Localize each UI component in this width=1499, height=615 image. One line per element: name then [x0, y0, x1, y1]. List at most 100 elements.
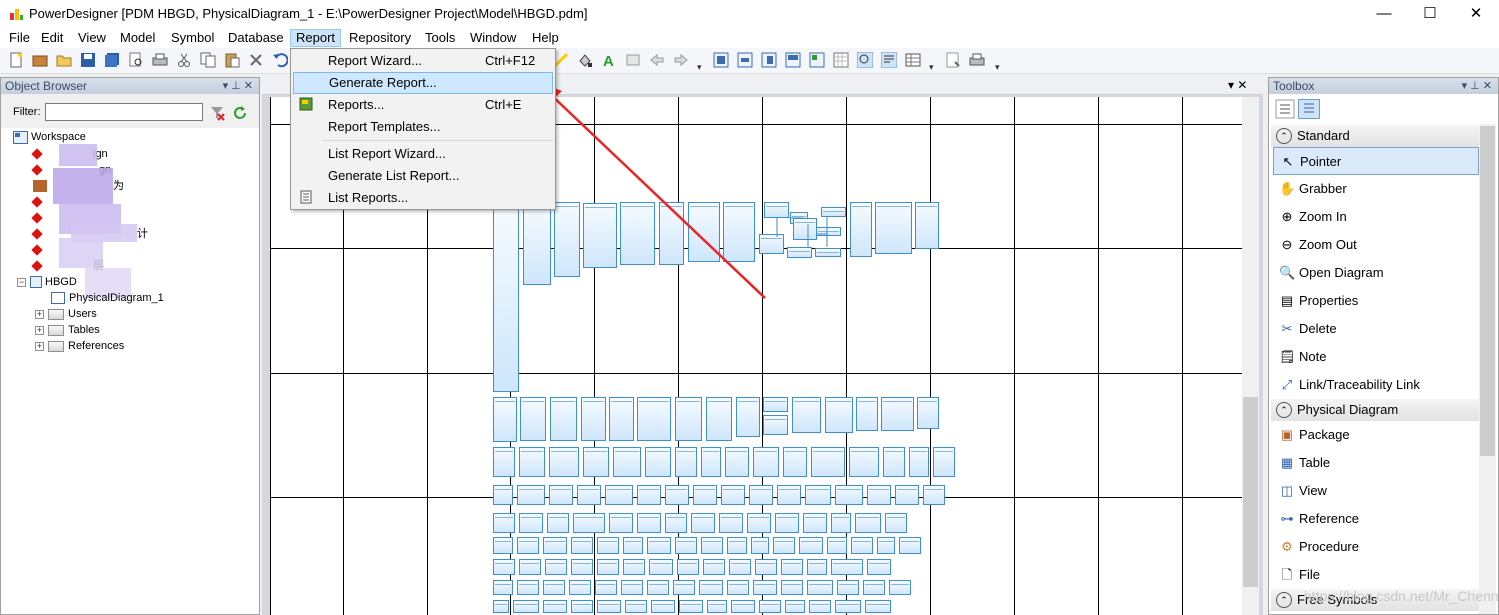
zoom-fit-icon[interactable]: [857, 52, 873, 68]
toolbar-overflow-icon[interactable]: ▾: [995, 62, 1000, 73]
table-symbol[interactable]: [773, 537, 795, 554]
table-symbol[interactable]: [727, 580, 749, 595]
report-print-icon[interactable]: [969, 52, 985, 68]
table-symbol[interactable]: [807, 580, 833, 595]
table-symbol[interactable]: [867, 485, 891, 505]
table-symbol[interactable]: [867, 559, 891, 575]
clear-filter-icon[interactable]: [209, 105, 225, 121]
menu-item-list-reports[interactable]: List Reports...: [293, 187, 553, 209]
toolbox-group-standard[interactable]: ⌃ Standard: [1271, 125, 1479, 147]
table-symbol[interactable]: [721, 485, 745, 505]
tool-properties[interactable]: ▤ Properties: [1273, 287, 1479, 315]
report-preview-icon[interactable]: [945, 52, 961, 68]
table-symbol[interactable]: [613, 447, 641, 477]
menu-item-report-templates[interactable]: Report Templates...: [293, 116, 553, 138]
table-symbol[interactable]: [493, 537, 513, 554]
table-symbol[interactable]: [811, 447, 845, 477]
table-symbol[interactable]: [825, 397, 853, 433]
table-symbol[interactable]: [623, 559, 645, 575]
table-symbol[interactable]: [693, 485, 717, 505]
table-symbol[interactable]: [571, 537, 593, 554]
tree-item-tables[interactable]: + Tables: [35, 322, 100, 338]
table-symbol[interactable]: [747, 513, 771, 533]
table-symbol[interactable]: [856, 397, 878, 431]
table-symbol[interactable]: [675, 447, 697, 477]
table-symbol[interactable]: [577, 485, 601, 505]
menu-repository[interactable]: Repository: [344, 29, 416, 47]
table-symbol[interactable]: [569, 580, 591, 595]
close-button[interactable]: ✕: [1453, 0, 1499, 28]
tool-grabber[interactable]: ✋ Grabber: [1273, 175, 1479, 203]
table-symbol[interactable]: [665, 513, 687, 533]
tool-package[interactable]: ▣ Package: [1273, 421, 1479, 449]
table-symbol[interactable]: [785, 600, 805, 613]
align-top-icon[interactable]: [785, 52, 801, 68]
table-symbol[interactable]: [597, 537, 619, 554]
tool-zoom-out[interactable]: ⊖ Zoom Out: [1273, 231, 1479, 259]
tree-item-physical-diagram[interactable]: PhysicalDiagram_1: [51, 290, 164, 306]
table-symbol[interactable]: [751, 537, 769, 554]
table-symbol[interactable]: [493, 513, 515, 533]
table-symbol[interactable]: [549, 485, 573, 505]
back-icon[interactable]: [649, 52, 665, 68]
tool-zoom-in[interactable]: ⊕ Zoom In: [1273, 203, 1479, 231]
format-icon[interactable]: [625, 52, 641, 68]
table-symbol[interactable]: [625, 600, 647, 613]
maximize-button[interactable]: ☐: [1407, 0, 1453, 28]
table-symbol[interactable]: [933, 447, 955, 477]
tree-item-users[interactable]: + Users: [35, 306, 97, 322]
scrollbar-thumb[interactable]: [1480, 126, 1495, 456]
table-symbol[interactable]: [851, 537, 873, 554]
new-project-icon[interactable]: [32, 52, 48, 68]
table-symbol[interactable]: [597, 600, 621, 613]
toolbox-group-physical-diagram[interactable]: ⌃ Physical Diagram: [1271, 399, 1479, 421]
table-symbol[interactable]: [595, 580, 617, 595]
table-symbol[interactable]: [727, 537, 747, 554]
table-symbol[interactable]: [881, 397, 914, 431]
table-symbol[interactable]: [571, 600, 593, 613]
expand-toggle[interactable]: +: [35, 309, 44, 319]
table-symbol[interactable]: [573, 513, 605, 533]
tool-procedure[interactable]: ⚙ Procedure: [1273, 533, 1479, 561]
table-symbol[interactable]: [699, 580, 723, 595]
table-symbol[interactable]: [493, 600, 509, 613]
table-symbol[interactable]: [855, 513, 881, 533]
table-symbol[interactable]: [703, 559, 725, 575]
menu-item-reports[interactable]: Reports... Ctrl+E: [293, 94, 553, 116]
tool-delete[interactable]: ✂ Delete: [1273, 315, 1479, 343]
comment-icon[interactable]: [881, 52, 897, 68]
save-icon[interactable]: [80, 52, 96, 68]
table-symbol[interactable]: [673, 580, 695, 595]
table-symbol[interactable]: [519, 447, 545, 477]
panel-pin-icon[interactable]: ▾ ⊥ ✕: [223, 78, 253, 94]
table-symbol[interactable]: [849, 447, 879, 477]
print-preview-icon[interactable]: [128, 52, 144, 68]
table-symbol[interactable]: [583, 447, 609, 477]
tool-note[interactable]: 🗒 Note: [1273, 343, 1479, 371]
table-symbol[interactable]: [865, 600, 891, 613]
align-center-icon[interactable]: [737, 52, 753, 68]
table-symbol[interactable]: [835, 485, 863, 505]
table-symbol[interactable]: [885, 513, 907, 533]
table-symbol[interactable]: [493, 580, 513, 595]
table-symbol[interactable]: [543, 600, 567, 613]
table-symbol[interactable]: [543, 537, 567, 554]
tool-pointer[interactable]: ↖ Pointer: [1273, 147, 1479, 175]
table-symbol[interactable]: [753, 447, 779, 477]
table-symbol[interactable]: [781, 559, 803, 575]
text-format-icon[interactable]: A: [601, 52, 617, 68]
table-symbol[interactable]: [517, 537, 539, 554]
tool-file[interactable]: 🗋 File: [1273, 561, 1479, 589]
tree-item-workspace[interactable]: Workspace: [13, 129, 86, 145]
menu-window[interactable]: Window: [465, 29, 521, 47]
table-symbol[interactable]: [807, 559, 827, 575]
copy-icon[interactable]: [200, 52, 216, 68]
table-symbol[interactable]: [835, 600, 861, 613]
table-symbol[interactable]: [637, 485, 661, 505]
table-symbol[interactable]: [719, 513, 743, 533]
collapse-toggle[interactable]: −: [17, 277, 26, 287]
table-symbol[interactable]: [755, 559, 777, 575]
table-symbol[interactable]: [597, 559, 619, 575]
menu-view[interactable]: View: [73, 29, 111, 47]
forward-icon[interactable]: [673, 52, 689, 68]
